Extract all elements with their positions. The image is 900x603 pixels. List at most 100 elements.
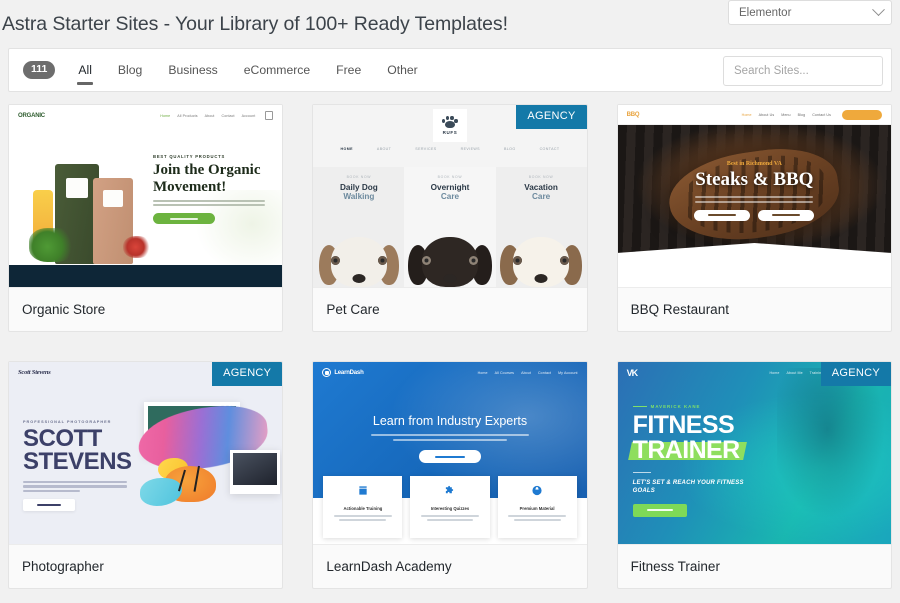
feature-title: Interesting Quizzes xyxy=(430,506,470,511)
mini-menu-item: Menu xyxy=(781,112,791,117)
tab-ecommerce[interactable]: eCommerce xyxy=(231,48,323,92)
mini-menu-item: SERVICES xyxy=(415,147,437,151)
service-title-line2: Care xyxy=(440,192,460,201)
mini-logo: VK xyxy=(627,368,638,378)
product-image xyxy=(27,146,155,264)
mini-site-fitness-trainer: VK Home About Me Training Blog Store Tes… xyxy=(617,362,891,544)
mini-menu-item: Home xyxy=(741,112,752,117)
mini-logo-text: LearnDash xyxy=(334,369,364,376)
hero-copy: Learn from Industry Experts xyxy=(313,414,586,464)
tab-blog[interactable]: Blog xyxy=(105,48,155,92)
mini-menu-item: Contact Us xyxy=(812,112,831,117)
hero-heading: Learn from Industry Experts xyxy=(372,414,528,428)
logo-mark-icon xyxy=(322,368,332,377)
mini-menu-item: Account xyxy=(241,113,256,118)
template-card-bbq-restaurant[interactable]: BBQ Home About Us Menu Blog Contact Us B… xyxy=(616,104,892,332)
mini-logo: BBQ xyxy=(626,111,640,118)
athlete-photo xyxy=(777,368,891,538)
hero-copy: Best in Richmond VA Steaks & BBQ xyxy=(618,161,891,221)
service-title-line2: Walking xyxy=(343,192,375,201)
mini-menu-item: BLOG xyxy=(503,147,516,151)
mini-menu: Home About Us Menu Blog Contact Us xyxy=(741,109,882,120)
tab-other[interactable]: Other xyxy=(374,48,430,92)
dog-photo xyxy=(317,235,401,287)
mini-hero: BEST QUALITY PRODUCTS Join the Organic M… xyxy=(9,126,283,275)
dog-photo xyxy=(407,235,492,287)
hero-notch xyxy=(617,243,891,259)
mini-menu-item: CONTACT xyxy=(539,147,560,151)
hero-heading: Steaks & BBQ xyxy=(695,169,814,190)
tab-free[interactable]: Free xyxy=(323,48,374,92)
hero-heading-line2: STEVENS xyxy=(23,447,132,475)
hero-button xyxy=(632,503,687,517)
template-title: Fitness Trainer xyxy=(630,559,720,574)
feature-card: Premium Material xyxy=(497,476,577,538)
hero-copy: BEST QUALITY PRODUCTS Join the Organic M… xyxy=(153,154,265,225)
feature-title: Actionable Training xyxy=(343,506,383,511)
tab-all[interactable]: All xyxy=(65,48,105,92)
berries-decoration xyxy=(123,236,151,258)
template-preview-bbq-restaurant: BBQ Home About Us Menu Blog Contact Us B… xyxy=(617,105,891,288)
template-card-organic-store[interactable]: ORGANIC Home All Products About Contact … xyxy=(8,104,284,332)
service-kicker: BOOK NOW xyxy=(437,175,463,179)
mini-menu-item: All Courses xyxy=(494,370,515,375)
page-title: Astra Starter Sites - Your Library of 10… xyxy=(2,13,508,35)
template-card-photographer[interactable]: Scott Stevens Home About Services xyxy=(8,361,284,589)
mini-nav: ORGANIC Home All Products About Contact … xyxy=(9,105,282,126)
book-icon xyxy=(359,486,367,495)
service-title-line1: Vacation xyxy=(524,183,558,192)
page-header: Astra Starter Sites - Your Library of 10… xyxy=(0,0,900,48)
tab-business[interactable]: Business xyxy=(155,48,230,92)
template-grid: ORGANIC Home All Products About Contact … xyxy=(8,104,892,589)
template-title: Organic Store xyxy=(22,302,106,317)
hero-kicker: BEST QUALITY PRODUCTS xyxy=(153,154,226,159)
cart-icon xyxy=(265,111,274,120)
mini-site-pet-care: RUFS HOME ABOUT SERVICES REVIEWS BLOG CO… xyxy=(313,105,587,287)
search-input[interactable] xyxy=(723,56,883,86)
page-builder-value: Elementor xyxy=(739,6,792,19)
template-preview-learndash-academy: LearnDash Home All Courses About Contact… xyxy=(313,362,587,545)
mini-logo: ORGANIC xyxy=(18,112,45,119)
mini-menu-item: HOME xyxy=(340,147,353,151)
mini-logo: Scott Stevens xyxy=(18,369,51,376)
hero-paragraph xyxy=(153,199,265,207)
mini-menu-item: About Us xyxy=(758,112,775,117)
mini-menu-item: About xyxy=(521,370,531,375)
template-title: BBQ Restaurant xyxy=(630,302,729,317)
hero-heading-line2-wrap: TRAINER xyxy=(627,435,747,464)
hero-paragraph xyxy=(370,434,529,442)
page-builder-select[interactable]: Elementor xyxy=(728,0,892,25)
chevron-down-icon xyxy=(872,3,885,17)
mini-menu-item: Contact xyxy=(537,370,552,375)
feature-text xyxy=(329,515,396,521)
kicker-rule xyxy=(632,405,647,408)
hero-copy: PROFESSIONAL PHOTOGRAPHER SCOTT STEVENS xyxy=(23,420,132,512)
greens-decoration xyxy=(29,228,75,262)
mini-site-learndash-academy: LearnDash Home All Courses About Contact… xyxy=(313,362,587,544)
hero-button xyxy=(23,499,75,512)
mini-menu-item: About xyxy=(204,113,215,118)
divider xyxy=(632,471,651,474)
paw-icon xyxy=(441,116,458,128)
hero-tagline: LET'S SET & REACH YOUR FITNESS GOALS xyxy=(632,480,744,495)
feature-title: Premium Material xyxy=(519,506,555,511)
template-title: Photographer xyxy=(22,559,104,574)
feature-cards: Actionable Training Interesting Quizzes … xyxy=(323,476,577,538)
template-title: LearnDash Academy xyxy=(326,559,452,574)
template-card-pet-care[interactable]: RUFS HOME ABOUT SERVICES REVIEWS BLOG CO… xyxy=(312,104,588,332)
service-column: BOOK NOW Overnight Care xyxy=(404,167,496,287)
hero-heading-line2: TRAINER xyxy=(632,435,741,464)
agency-badge: AGENCY xyxy=(212,362,283,386)
mini-footer xyxy=(9,265,283,287)
template-card-learndash-academy[interactable]: LearnDash Home All Courses About Contact… xyxy=(312,361,588,589)
service-column: BOOK NOW Vacation Care xyxy=(495,167,587,287)
mini-nav: LearnDash Home All Courses About Contact… xyxy=(313,362,586,383)
hero-paragraph xyxy=(23,480,127,493)
hero-button-explore-menu xyxy=(758,209,815,221)
filter-bar: 111 All Blog Business eCommerce Free Oth… xyxy=(8,48,892,92)
mini-menu-item: Blog xyxy=(797,112,806,117)
hero-buttons xyxy=(618,209,891,221)
template-card-fitness-trainer[interactable]: VK Home About Me Training Blog Store Tes… xyxy=(616,361,892,589)
mini-site-photographer: Scott Stevens Home About Services xyxy=(9,362,283,544)
agency-badge: AGENCY xyxy=(820,362,891,386)
